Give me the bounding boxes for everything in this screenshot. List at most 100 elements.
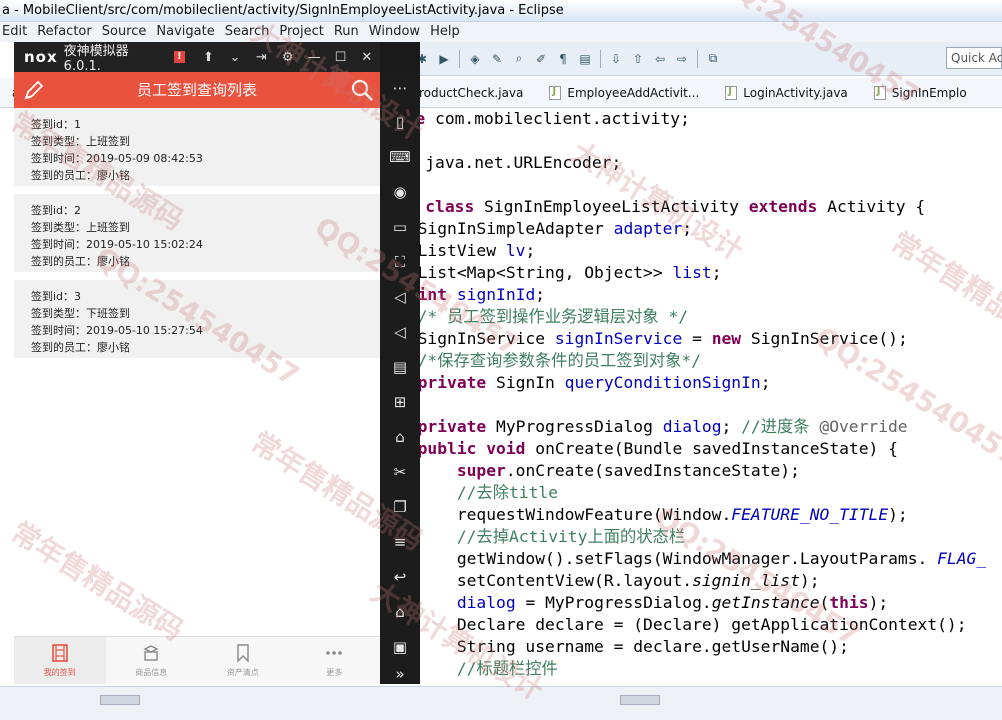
nav-asset-check[interactable]: 资产清点 — [197, 637, 289, 684]
toggle-mark-icon[interactable]: ✐ — [531, 49, 551, 69]
nav-label: 更多 — [326, 668, 343, 677]
code-line: getWindow().setFlags(WindowManager.Layou… — [398, 549, 987, 568]
nav-more[interactable]: 更多 — [289, 637, 381, 684]
recent-apps-icon[interactable]: ▣ — [388, 635, 412, 659]
code-line: //标题栏控件 — [456, 659, 558, 678]
install-apk-icon[interactable]: ▤ — [388, 355, 412, 379]
more-options-icon[interactable]: ⋯ — [388, 76, 412, 100]
nav-label: 商品信息 — [135, 668, 168, 677]
record-time: 签到时间：2019-05-09 08:42:53 — [31, 152, 203, 165]
code-line: //去掉Activity上面的状态栏 — [456, 527, 686, 546]
menu-run[interactable]: Run — [332, 22, 367, 42]
stack-icon — [143, 645, 159, 661]
add-file-icon[interactable]: ⊞ — [388, 390, 412, 414]
code-line: dialog = MyProgressDialog.getInstance(th… — [456, 593, 889, 612]
bookmark-icon — [237, 644, 249, 663]
android-screen: 员工签到查询列表 签到id：1 签到类型：上班签到 签到时间：2019-05-0… — [14, 72, 380, 684]
film-icon — [51, 644, 68, 662]
nav-products[interactable]: 商品信息 — [106, 637, 198, 684]
back-icon[interactable]: ⇦ — [650, 49, 670, 69]
menu-source[interactable]: Source — [100, 22, 155, 42]
record-type: 签到类型：下班签到 — [31, 307, 130, 320]
nav-my-signin[interactable]: 我的签到 — [14, 637, 106, 684]
phone-rotate-icon[interactable]: ▯ — [388, 110, 412, 134]
record-type: 签到类型：上班签到 — [31, 135, 130, 148]
code-line: /* 员工签到操作业务逻辑层对象 */ — [417, 307, 689, 326]
prev-annotation-icon[interactable]: ⇧ — [628, 49, 648, 69]
new-class-icon[interactable]: ✎ — [487, 49, 507, 69]
expand-icon[interactable]: » — [388, 662, 412, 686]
menu-help[interactable]: Help — [428, 22, 468, 42]
keyboard-icon[interactable]: ⌨ — [388, 145, 412, 169]
home-icon[interactable]: ⌂ — [388, 600, 412, 624]
forward-icon[interactable]: ⇨ — [672, 49, 692, 69]
code-line: //去除title — [456, 483, 559, 502]
tab-signinemployee[interactable]: SignInEmplo — [862, 78, 981, 107]
menu-project[interactable]: Project — [277, 22, 331, 42]
edit-icon[interactable] — [22, 78, 46, 102]
screenshot-icon[interactable]: ⌂ — [388, 425, 412, 449]
menu-navigate[interactable]: Navigate — [154, 22, 222, 42]
fullscreen-icon[interactable]: ⛶ — [388, 250, 412, 274]
alert-icon[interactable]: ! — [173, 51, 186, 63]
upload-icon[interactable]: ⬆ — [195, 50, 221, 65]
next-annotation-icon[interactable]: ⇩ — [606, 49, 626, 69]
code-line: Declare declare = (Declare) getApplicati… — [398, 615, 967, 634]
emulator-titlebar: nox 夜神模拟器 6.0.1. ! ⬆ ⌄ ⇥ ⚙ — ☐ ✕ — [14, 42, 380, 74]
search-icon[interactable]: ⌕ — [509, 49, 529, 69]
open-type-icon[interactable]: ◈ — [465, 49, 485, 69]
scrollbar-thumb[interactable] — [620, 695, 660, 705]
search-icon[interactable] — [350, 78, 374, 102]
code-line: List<Map<String, Object>> list; — [398, 263, 722, 282]
code-line: SignInSimpleAdapter adapter; — [398, 219, 693, 238]
screen-icon[interactable]: ▭ — [388, 215, 412, 239]
record-employee: 签到的员工：廖小铭 — [31, 341, 130, 354]
tab-login[interactable]: LoginActivity.java — [713, 78, 862, 107]
scrollbar-thumb[interactable] — [100, 695, 140, 705]
maximize-icon[interactable]: ☐ — [327, 50, 353, 65]
nox-emulator-window: nox 夜神模拟器 6.0.1. ! ⬆ ⌄ ⇥ ⚙ — ☐ ✕ 员工签到查询列… — [14, 42, 420, 684]
record-type: 签到类型：上班签到 — [31, 221, 130, 234]
toolbar-separator — [697, 49, 698, 68]
menu-search[interactable]: Search — [223, 22, 278, 42]
quick-access-input[interactable]: Quick Acc — [946, 47, 1002, 69]
pilcrow-icon[interactable]: ¶ — [553, 49, 573, 69]
list-item[interactable]: 签到id：2 签到类型：上班签到 签到时间：2019-05-10 15:02:2… — [14, 194, 380, 272]
back-icon[interactable]: ↩ — [388, 565, 412, 589]
close-icon[interactable]: ✕ — [354, 50, 380, 65]
code-line: String username = declare.getUserName(); — [398, 637, 849, 656]
record-id: 签到id：3 — [31, 290, 82, 303]
block-select-icon[interactable]: ▤ — [575, 49, 595, 69]
list-item[interactable]: 签到id：3 签到类型：下班签到 签到时间：2019-05-10 15:27:5… — [14, 280, 380, 358]
menu-window[interactable]: Window — [367, 22, 428, 42]
code-line: requestWindowFeature(Window.FEATURE_NO_T… — [398, 505, 908, 524]
minimize-icon[interactable]: — — [301, 50, 327, 65]
menu-refactor[interactable]: Refactor — [35, 22, 100, 42]
multi-instance-icon[interactable]: ❐ — [388, 495, 412, 519]
scissors-icon[interactable]: ✂ — [388, 460, 412, 484]
menu-icon[interactable]: ≡ — [388, 530, 412, 554]
menu-edit[interactable]: Edit — [0, 22, 35, 42]
code-line: ort java.net.URLEncoder; — [386, 153, 622, 172]
java-file-icon — [873, 85, 886, 100]
code-editor[interactable]: kage com.mobileclient.activity; ort java.… — [380, 108, 1002, 686]
code-line: private SignIn queryConditionSignIn; — [417, 373, 771, 392]
page-title: 员工签到查询列表 — [136, 81, 257, 99]
open-perspective-icon[interactable]: ⧉ — [703, 49, 723, 69]
code-line: private MyProgressDialog dialog; //进度条 @… — [417, 417, 908, 436]
java-file-icon — [725, 85, 738, 100]
pin-icon[interactable]: ⇥ — [248, 50, 274, 65]
editor-horizontal-scrollbar[interactable] — [320, 686, 1002, 720]
settings-icon[interactable]: ⚙ — [274, 50, 300, 65]
location-icon[interactable]: ◉ — [388, 180, 412, 204]
volume-down-icon[interactable]: ◁ — [388, 320, 412, 344]
emulator-name: 夜神模拟器 6.0.1. — [63, 44, 129, 74]
tab-employeeadd[interactable]: EmployeeAddActivit... — [537, 78, 713, 107]
run-icon[interactable]: ▶ — [434, 49, 454, 69]
list-item[interactable]: 签到id：1 签到类型：上班签到 签到时间：2019-05-09 08:42:5… — [14, 108, 380, 186]
record-time: 签到时间：2019-05-10 15:02:24 — [31, 238, 203, 251]
tab-label: SignInEmplo — [891, 85, 967, 100]
code-line: public void onCreate(Bundle savedInstanc… — [417, 439, 898, 458]
dropdown-icon[interactable]: ⌄ — [222, 50, 248, 65]
volume-up-icon[interactable]: ◁ — [388, 285, 412, 309]
